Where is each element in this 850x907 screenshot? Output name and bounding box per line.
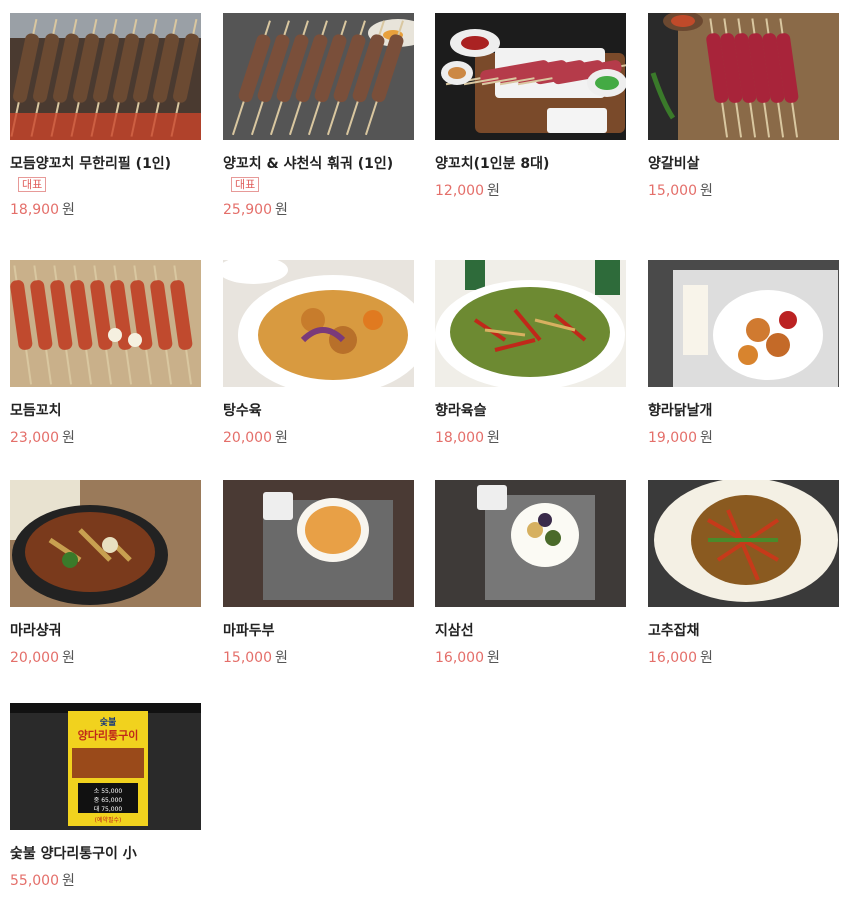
- svg-text:대 75,000: 대 75,000: [94, 805, 123, 813]
- menu-item-name[interactable]: 탕수육: [223, 402, 414, 420]
- menu-item-card[interactable]: 양갈비살 15,000 원: [648, 13, 839, 200]
- price-amount: 55,000: [10, 873, 59, 889]
- svg-text:양다리통구이: 양다리통구이: [78, 728, 139, 742]
- svg-text:소 55,000: 소 55,000: [94, 788, 123, 795]
- menu-item-card[interactable]: 마파두부 15,000 원: [223, 480, 414, 667]
- currency-unit: 원: [487, 650, 500, 666]
- currency-unit: 원: [275, 650, 288, 666]
- price-amount: 23,000: [10, 430, 59, 446]
- price-amount: 20,000: [223, 430, 272, 446]
- currency-unit: 원: [700, 430, 713, 446]
- price-amount: 16,000: [648, 650, 697, 666]
- menu-item-price: 16,000 원: [435, 649, 626, 667]
- svg-text:숯불: 숯불: [100, 716, 117, 728]
- menu-item-price: 18,900 원: [10, 201, 201, 219]
- currency-unit: 원: [275, 430, 288, 446]
- currency-unit: 원: [62, 202, 75, 218]
- currency-unit: 원: [62, 650, 75, 666]
- menu-item-price: 12,000 원: [435, 182, 626, 200]
- menu-item-name[interactable]: 향라육슬: [435, 402, 626, 420]
- svg-text:중 65,000: 중 65,000: [94, 797, 123, 804]
- menu-item-price: 20,000 원: [10, 649, 201, 667]
- menu-item-price: 55,000 원: [10, 872, 201, 890]
- price-amount: 15,000: [648, 183, 697, 199]
- charcoal-lamb-leg-poster-photo[interactable]: 숯불 양다리통구이소 55,000 중 65,000 대 75,000 (예약필수): [10, 703, 201, 830]
- menu-item-card[interactable]: 양꼬치 & 샤천식 훠궈 (1인) 대표 25,900 원: [223, 13, 414, 219]
- menu-item-price: 18,000 원: [435, 429, 626, 447]
- price-amount: 15,000: [223, 650, 272, 666]
- menu-item-card[interactable]: 양꼬치(1인분 8대) 12,000 원: [435, 13, 626, 200]
- price-amount: 18,000: [435, 430, 484, 446]
- price-amount: 18,900: [10, 202, 59, 218]
- menu-item-price: 19,000 원: [648, 429, 839, 447]
- currency-unit: 원: [62, 430, 75, 446]
- currency-unit: 원: [487, 430, 500, 446]
- currency-unit: 원: [62, 873, 75, 889]
- menu-item-price: 15,000 원: [648, 182, 839, 200]
- menu-item-price: 16,000 원: [648, 649, 839, 667]
- mapo-tofu-photo[interactable]: [223, 480, 414, 607]
- currency-unit: 원: [275, 202, 288, 218]
- menu-item-price: 25,900 원: [223, 201, 414, 219]
- menu-item-card[interactable]: 지삼선 16,000 원: [435, 480, 626, 667]
- skewers-on-grill-photo[interactable]: [223, 13, 414, 140]
- menu-item-name[interactable]: 양갈비살: [648, 155, 839, 173]
- menu-item-name[interactable]: 고추잡채: [648, 622, 839, 640]
- menu-item-name[interactable]: 지삼선: [435, 622, 626, 640]
- currency-unit: 원: [700, 183, 713, 199]
- price-amount: 12,000: [435, 183, 484, 199]
- price-amount: 20,000: [10, 650, 59, 666]
- assorted-skewers-photo[interactable]: [10, 260, 201, 387]
- lamb-rib-skewers-photo[interactable]: [648, 13, 839, 140]
- price-amount: 19,000: [648, 430, 697, 446]
- svg-text:(예약필수): (예약필수): [95, 816, 122, 824]
- menu-item-name[interactable]: 숯불 양다리통구이 小: [10, 845, 201, 863]
- spicy-chicken-wings-photo[interactable]: [648, 260, 839, 387]
- pepper-japchae-photo[interactable]: [648, 480, 839, 607]
- menu-item-name[interactable]: 모듬양꼬치 무한리필 (1인): [10, 155, 201, 173]
- menu-item-card[interactable]: 모듬양꼬치 무한리필 (1인) 대표 18,900 원: [10, 13, 201, 219]
- grilled-skewers-photo[interactable]: [10, 13, 201, 140]
- menu-item-card[interactable]: 탕수육 20,000 원: [223, 260, 414, 447]
- menu-item-card[interactable]: 고추잡채 16,000 원: [648, 480, 839, 667]
- menu-item-name[interactable]: 향라닭날개: [648, 402, 839, 420]
- signature-badge: 대표: [231, 177, 260, 192]
- menu-item-name[interactable]: 양꼬치(1인분 8대): [435, 155, 626, 173]
- menu-item-card[interactable]: 마라샹궈 20,000 원: [10, 480, 201, 667]
- menu-item-price: 23,000 원: [10, 429, 201, 447]
- currency-unit: 원: [487, 183, 500, 199]
- menu-item-price: 20,000 원: [223, 429, 414, 447]
- raw-lamb-skewers-platter-photo[interactable]: [435, 13, 626, 140]
- menu-item-name[interactable]: 마라샹궈: [10, 622, 201, 640]
- currency-unit: 원: [700, 650, 713, 666]
- mala-xiangguo-photo[interactable]: [10, 480, 201, 607]
- menu-item-price: 15,000 원: [223, 649, 414, 667]
- menu-item-name[interactable]: 모듬꼬치: [10, 402, 201, 420]
- menu-item-card[interactable]: 모듬꼬치 23,000 원: [10, 260, 201, 447]
- spicy-shredded-pork-photo[interactable]: [435, 260, 626, 387]
- signature-badge: 대표: [18, 177, 47, 192]
- menu-item-card[interactable]: 향라닭날개 19,000 원: [648, 260, 839, 447]
- menu-item-card[interactable]: 숯불 양다리통구이 소 55,000 중 65,000 대 75,000 (예약필수) 숯불…: [10, 703, 201, 890]
- disanxian-photo[interactable]: [435, 480, 626, 607]
- price-amount: 25,900: [223, 202, 272, 218]
- price-amount: 16,000: [435, 650, 484, 666]
- sweet-sour-pork-photo[interactable]: [223, 260, 414, 387]
- menu-item-name[interactable]: 마파두부: [223, 622, 414, 640]
- menu-item-card[interactable]: 향라육슬 18,000 원: [435, 260, 626, 447]
- menu-item-name[interactable]: 양꼬치 & 샤천식 훠궈 (1인): [223, 155, 414, 173]
